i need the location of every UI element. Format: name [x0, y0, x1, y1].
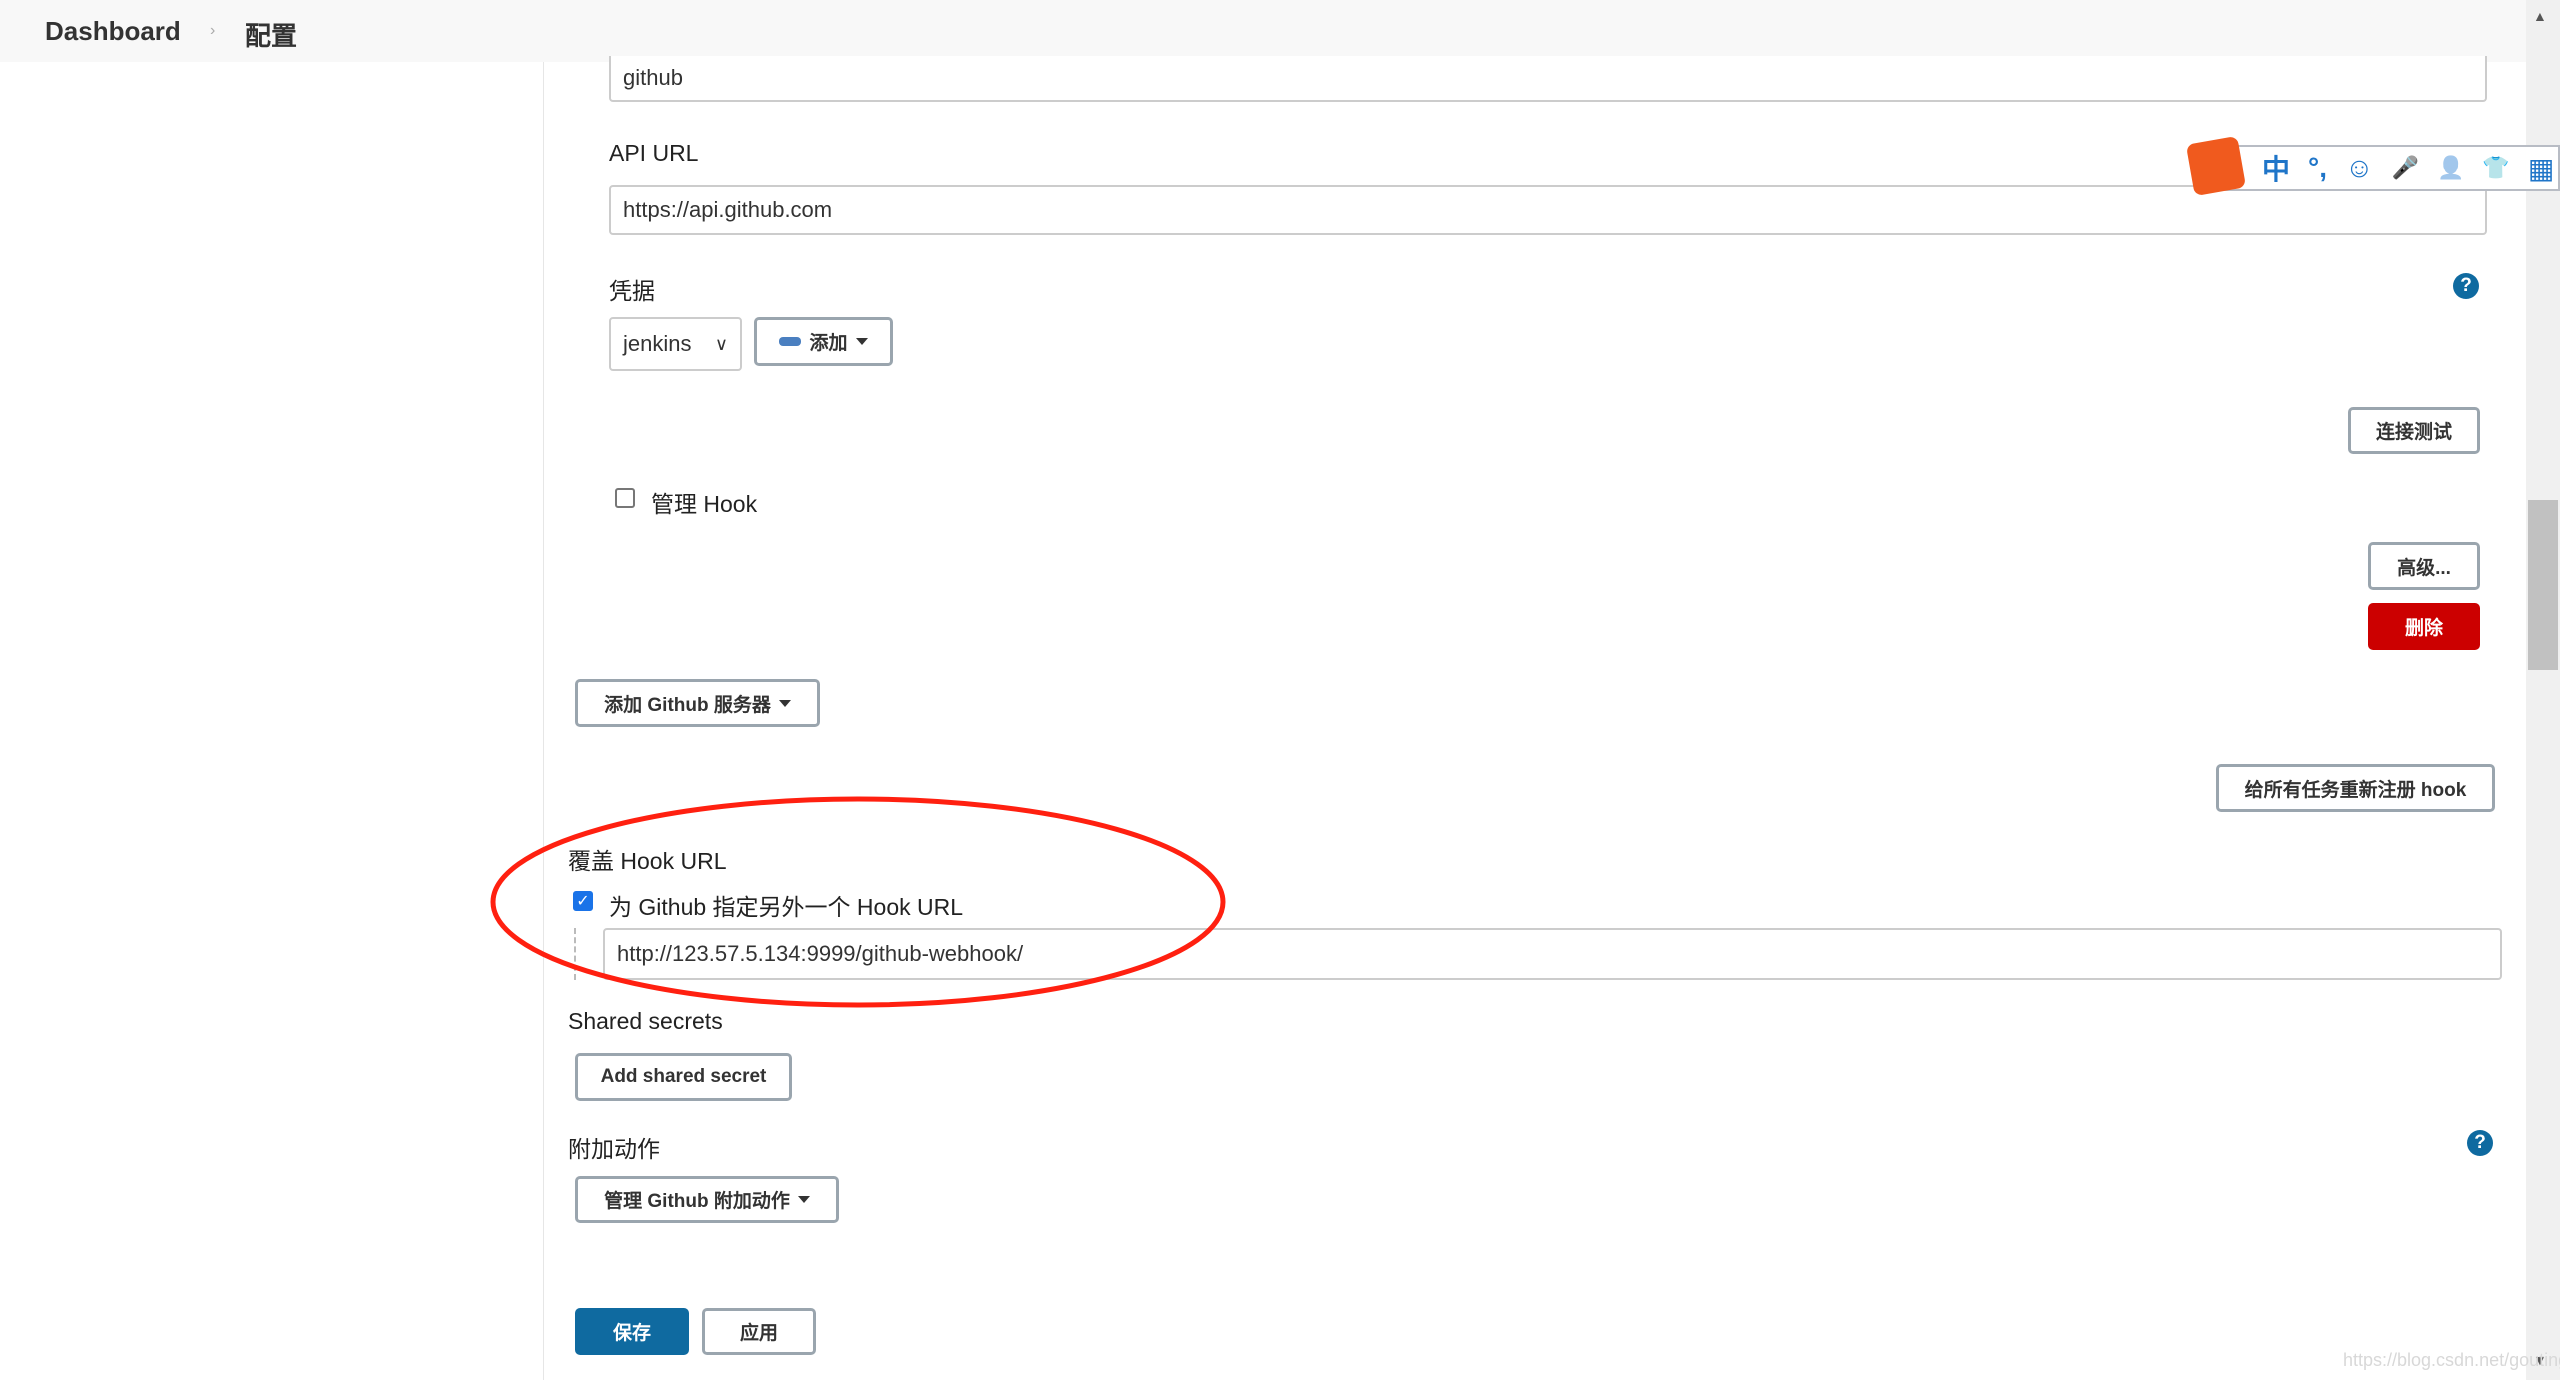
breadcrumb-bar: Dashboard › 配置 [0, 0, 2526, 62]
add-github-server-button[interactable]: 添加 Github 服务器 [575, 679, 820, 727]
caret-down-icon [855, 338, 868, 345]
caret-down-icon [797, 1196, 810, 1203]
apply-button[interactable]: 应用 [702, 1308, 816, 1355]
test-connection-button[interactable]: 连接测试 [2348, 407, 2480, 454]
scrollbar-thumb[interactable] [2528, 500, 2558, 670]
ime-user-icon[interactable]: 👤 [2437, 155, 2464, 181]
additional-actions-label: 附加动作 [568, 1136, 660, 1162]
name-input[interactable]: github [609, 56, 2487, 102]
api-url-label: API URL [609, 140, 699, 166]
sogou-logo-icon [2185, 135, 2247, 197]
caret-down-icon [778, 699, 791, 707]
scroll-up-icon[interactable]: ▲ [2533, 8, 2547, 24]
annotation-ellipse [490, 796, 1226, 1008]
credentials-label: 凭据 [609, 278, 655, 304]
name-value: github [623, 65, 683, 90]
credentials-select[interactable]: jenkins ∨ [609, 317, 742, 371]
manage-additional-actions-button[interactable]: 管理 Github 附加动作 [575, 1176, 839, 1223]
advanced-button[interactable]: 高级... [2368, 542, 2480, 590]
scrollbar[interactable] [2526, 0, 2560, 1380]
add-credentials-button[interactable]: 添加 [754, 317, 893, 366]
breadcrumb-separator-icon: › [210, 22, 216, 39]
ime-chinese-mode-icon[interactable]: 中 [2262, 148, 2290, 188]
ime-microphone-icon[interactable]: 🎤 [2392, 155, 2419, 181]
ime-punctuation-icon[interactable]: °, [2308, 152, 2327, 184]
breadcrumb-dashboard[interactable]: Dashboard [45, 16, 181, 47]
sidebar-divider [543, 62, 544, 1380]
add-label: 添加 [809, 333, 848, 354]
ime-toolbox-icon[interactable]: ▦ [2528, 152, 2554, 185]
add-shared-secret-button[interactable]: Add shared secret [575, 1053, 792, 1101]
manage-hook-label: 管理 Hook [651, 491, 758, 517]
save-button[interactable]: 保存 [575, 1308, 689, 1355]
key-icon [779, 337, 802, 346]
shared-secrets-label: Shared secrets [568, 1008, 723, 1034]
ime-toolbar: 中 °, ☺ 🎤 👤 👕 ▦ [2220, 145, 2560, 191]
help-icon[interactable]: ? [2467, 1130, 2493, 1156]
ime-skin-icon[interactable]: 👕 [2482, 155, 2509, 181]
breadcrumb-config[interactable]: 配置 [245, 16, 297, 53]
delete-button[interactable]: 删除 [2368, 603, 2480, 650]
api-url-value: https://api.github.com [623, 197, 833, 222]
add-server-label: 添加 Github 服务器 [604, 694, 771, 716]
help-icon[interactable]: ? [2453, 273, 2479, 299]
bottom-bar [544, 1288, 2526, 1380]
credentials-selected: jenkins [623, 331, 692, 356]
ime-emoji-icon[interactable]: ☺ [2345, 152, 2374, 184]
chevron-down-icon: ∨ [714, 333, 728, 354]
manage-hook-checkbox[interactable] [615, 488, 635, 508]
reregister-hooks-button[interactable]: 给所有任务重新注册 hook [2216, 764, 2495, 812]
watermark: https://blog.csdn.net/goutingd [2343, 1350, 2560, 1370]
manage-actions-label: 管理 Github 附加动作 [604, 1191, 790, 1212]
